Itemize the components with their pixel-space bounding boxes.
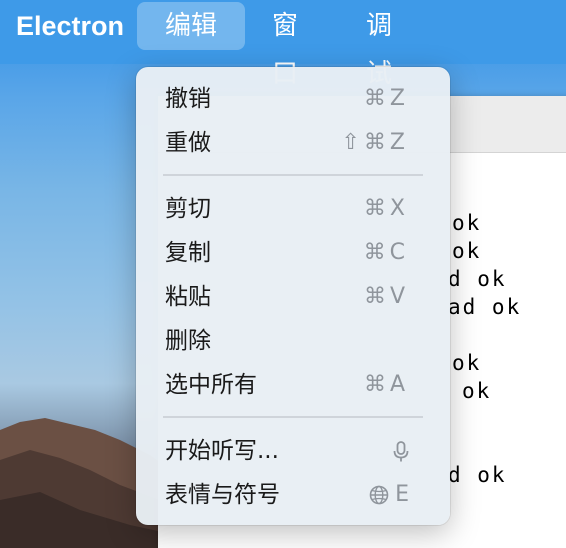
edit-dropdown-menu: 撤销 ⌘Z 重做 ⇧⌘Z 剪切 ⌘X 复制 ⌘C 粘贴 ⌘V 删除 选中所有 ⌘… — [136, 67, 450, 525]
menu-item-label: 剪切 — [165, 196, 211, 222]
globe-icon — [369, 485, 389, 505]
menu-item-shortcut: ⌘C — [363, 240, 409, 265]
menu-item-label: 开始听写... — [165, 438, 279, 464]
menu-item-label: 撤销 — [165, 86, 211, 112]
menu-item-cut[interactable]: 剪切 ⌘X — [144, 189, 442, 229]
menu-item-undo[interactable]: 撤销 ⌘Z — [144, 79, 442, 119]
menu-item-shortcut: E — [369, 475, 409, 515]
menu-item-shortcut: ⇧⌘Z — [341, 130, 409, 155]
menu-item-label: 重做 — [165, 130, 211, 156]
menu-item-paste[interactable]: 粘贴 ⌘V — [144, 277, 442, 317]
menu-item-redo[interactable]: 重做 ⇧⌘Z — [144, 123, 442, 163]
log-line: ad ok — [448, 295, 522, 319]
menu-bar: Electron 编辑 窗口 调试 — [0, 0, 566, 89]
microphone-icon — [393, 441, 409, 462]
menu-item-shortcut: ⌘V — [363, 284, 409, 309]
menu-item-shortcut: ⌘Z — [363, 86, 409, 111]
log-line: ok — [452, 351, 482, 375]
menu-debug[interactable]: 调试 — [334, 2, 424, 89]
menu-separator — [163, 416, 423, 418]
app-menu[interactable]: Electron — [0, 2, 144, 50]
menu-item-delete[interactable]: 删除 — [144, 321, 442, 361]
menu-item-label: 复制 — [165, 240, 211, 266]
menu-item-select-all[interactable]: 选中所有 ⌘A — [144, 365, 442, 405]
log-line: ok — [452, 211, 482, 235]
menu-item-emoji-symbols[interactable]: 表情与符号 E — [144, 475, 442, 515]
menu-item-label: 粘贴 — [165, 284, 211, 310]
menu-item-copy[interactable]: 复制 ⌘C — [144, 233, 442, 273]
shortcut-key: E — [395, 482, 409, 507]
menu-item-label: 表情与符号 — [165, 482, 280, 508]
log-line: ok — [452, 239, 482, 263]
menu-edit[interactable]: 编辑 — [137, 2, 245, 50]
menu-item-label: 删除 — [165, 328, 211, 354]
menu-window[interactable]: 窗口 — [240, 2, 330, 89]
menu-item-label: 选中所有 — [165, 372, 257, 398]
menu-item-shortcut: ⌘X — [363, 196, 409, 221]
desktop: ok ok d ok ad ok ok ok d ok Electron 编辑 … — [0, 0, 566, 548]
log-line: d ok — [448, 267, 507, 291]
menu-item-shortcut: ⌘A — [363, 372, 409, 397]
log-line: d ok — [448, 463, 507, 487]
menu-item-start-dictation[interactable]: 开始听写... — [144, 431, 442, 471]
log-line: ok — [462, 379, 492, 403]
menu-separator — [163, 174, 423, 176]
